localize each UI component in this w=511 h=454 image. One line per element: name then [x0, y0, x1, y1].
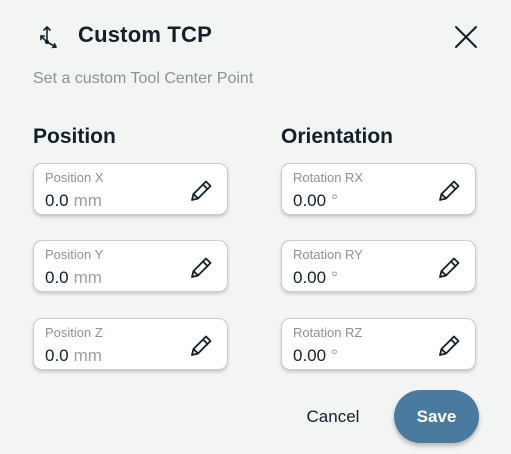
rotation-ry-label: Rotation RY	[293, 247, 363, 262]
pencil-icon[interactable]	[435, 254, 463, 282]
position-z-unit: mm	[73, 346, 102, 365]
pencil-icon[interactable]	[435, 332, 463, 360]
dialog-subtitle: Set a custom Tool Center Point	[33, 70, 254, 87]
rotation-rx-number: 0.00	[293, 191, 327, 210]
position-y-number: 0.0	[45, 268, 69, 287]
position-section-title: Position	[33, 125, 116, 148]
custom-tcp-dialog: Custom TCP Set a custom Tool Center Poin…	[0, 0, 511, 454]
position-y-label: Position Y	[45, 247, 104, 262]
save-button[interactable]: Save	[394, 390, 479, 443]
position-x-unit: mm	[73, 191, 102, 210]
position-x-field[interactable]: Position X 0.0 mm	[33, 163, 228, 215]
tcp-axes-icon	[36, 22, 62, 50]
position-x-value[interactable]: 0.0 mm	[45, 191, 102, 211]
close-icon[interactable]	[452, 23, 480, 51]
rotation-ry-value[interactable]: 0.00 °	[293, 268, 338, 288]
orientation-section-title: Orientation	[281, 125, 394, 148]
rotation-rx-value[interactable]: 0.00 °	[293, 191, 338, 211]
dialog-title: Custom TCP	[78, 22, 212, 47]
pencil-icon[interactable]	[187, 177, 215, 205]
rotation-rx-field[interactable]: Rotation RX 0.00 °	[281, 163, 476, 215]
rotation-rz-value[interactable]: 0.00 °	[293, 346, 338, 366]
position-y-value[interactable]: 0.0 mm	[45, 268, 102, 288]
rotation-rx-unit: °	[331, 191, 338, 210]
rotation-rz-unit: °	[331, 346, 338, 365]
position-x-label: Position X	[45, 170, 104, 185]
rotation-rx-label: Rotation RX	[293, 170, 364, 185]
rotation-rz-label: Rotation RZ	[293, 325, 363, 340]
pencil-icon[interactable]	[187, 332, 215, 360]
rotation-ry-number: 0.00	[293, 268, 327, 287]
rotation-rz-field[interactable]: Rotation RZ 0.00 °	[281, 318, 476, 370]
position-z-field[interactable]: Position Z 0.0 mm	[33, 318, 228, 370]
rotation-ry-unit: °	[331, 268, 338, 287]
rotation-rz-number: 0.00	[293, 346, 327, 365]
position-z-number: 0.0	[45, 346, 69, 365]
position-y-field[interactable]: Position Y 0.0 mm	[33, 240, 228, 292]
pencil-icon[interactable]	[187, 254, 215, 282]
position-x-number: 0.0	[45, 191, 69, 210]
rotation-ry-field[interactable]: Rotation RY 0.00 °	[281, 240, 476, 292]
dialog-header: Custom TCP	[0, 0, 511, 70]
position-z-label: Position Z	[45, 325, 103, 340]
position-y-unit: mm	[73, 268, 102, 287]
pencil-icon[interactable]	[435, 177, 463, 205]
cancel-button[interactable]: Cancel	[294, 392, 372, 442]
position-z-value[interactable]: 0.0 mm	[45, 346, 102, 366]
